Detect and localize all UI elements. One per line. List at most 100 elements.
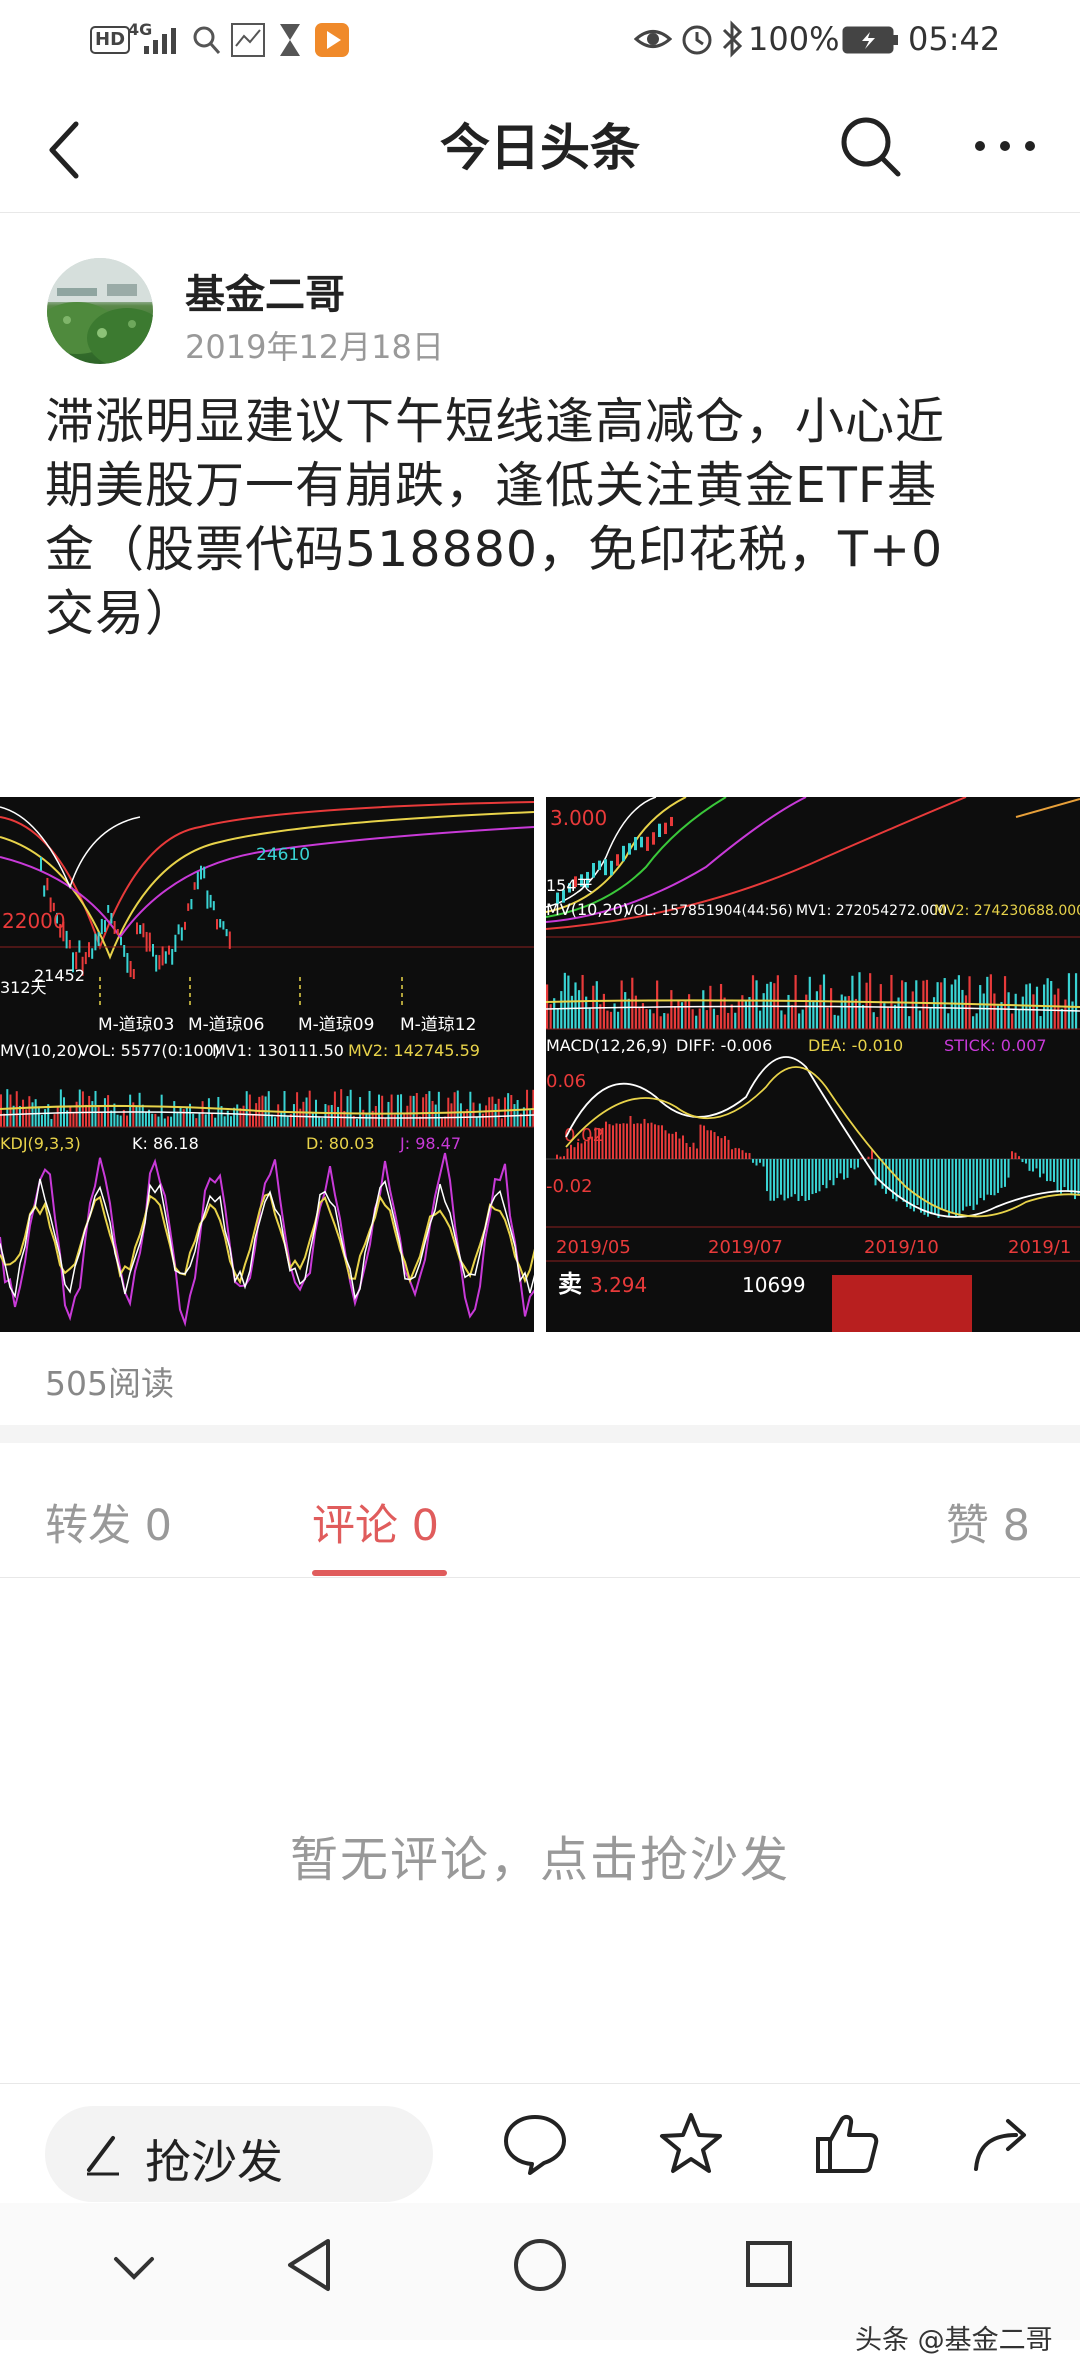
volume-bar [296,1092,299,1127]
comment-input-button[interactable]: 抢沙发 [45,2106,433,2202]
candle-mark [209,894,212,908]
volume-bar [217,1096,220,1127]
volume-bar [504,1097,506,1127]
volume-bar [1057,988,1060,1029]
macd-bar [773,1159,775,1201]
macd-bar [1074,1159,1076,1200]
vol-label: VOL: 157851904(44:56) [624,903,793,919]
volume-bar [602,993,605,1029]
author-name[interactable]: 基金二哥 [185,262,345,320]
volume-bar [378,1094,380,1127]
candle-mark [148,932,151,952]
volume-bar [1064,999,1067,1029]
vol-title: MV(10,20) [0,1041,83,1060]
macd-bar [570,1144,572,1159]
nav-back-icon[interactable] [284,2237,334,2293]
macd-bar [1018,1156,1020,1159]
candle-mark [652,832,655,845]
candle-mark [196,871,199,890]
section-divider [0,1425,1080,1443]
volume-bar [274,1117,277,1127]
thumbs-up-icon[interactable] [812,2109,882,2179]
volume-bar [705,1010,708,1029]
macd-bar [920,1159,922,1213]
volume-bar [233,1107,236,1127]
nav-home-icon[interactable] [512,2237,568,2293]
candle-mark [184,921,186,930]
macd-bar [1011,1151,1013,1159]
macd-bar [825,1159,828,1189]
vol-title: MV(10,20) [546,900,629,919]
macd-bar [990,1159,992,1196]
volume-bar [751,975,755,1029]
candle-mark [640,836,643,848]
volume-bar [872,1012,875,1029]
volume-bar [1060,1008,1063,1029]
volume-bar [365,1112,368,1127]
volume-bar [384,1118,387,1127]
volume-bar [437,1091,440,1127]
volume-bar [830,988,833,1029]
volume-bar [925,979,929,1029]
top-nav-bar: 今日头条 [0,80,1080,213]
candle-mark [152,944,154,957]
volume-bar [656,980,659,1029]
status-bar: HD 4G 100% 05:42 [0,0,1080,80]
candle-mark [136,922,138,935]
macd-bar [878,1159,880,1181]
macd-bar [598,1128,600,1159]
video-app-icon [315,23,349,57]
stock-chart-image-left[interactable]: 24610 22000 21452 312天 M-道琼03 M-道琼06 M-道… [0,797,534,1332]
volume-bar [638,1006,641,1029]
date-label: 2019/1 [1008,1237,1071,1258]
volume-bar [826,1007,829,1029]
volume-bar [957,975,960,1029]
candle-mark [126,953,129,973]
comment-icon[interactable] [500,2109,570,2179]
volume-bar [975,1013,978,1029]
nav-down-icon[interactable] [112,2253,156,2283]
tab-like[interactable]: 赞 8 [946,1491,1030,1553]
tab-repost[interactable]: 转发 0 [45,1491,172,1553]
volume-bar [318,1117,321,1127]
tab-comment[interactable]: 评论 0 [312,1491,439,1553]
macd-bar [626,1123,628,1159]
volume-bar [1011,1013,1014,1029]
volume-bar [1035,986,1039,1029]
macd-bar [1035,1159,1038,1169]
peak-label: 24610 [256,845,310,865]
macd-bar [559,1156,562,1159]
volume-bar [138,1092,141,1127]
volume-bar [141,1104,144,1127]
macd-bar [591,1136,593,1159]
nav-recent-icon[interactable] [744,2239,794,2289]
macd-bar [979,1159,982,1198]
marker-label: M-道琼09 [298,1015,374,1035]
macd-bar [594,1127,597,1159]
more-icon[interactable] [970,136,1040,156]
read-count: 505阅读 [45,1364,174,1403]
author-avatar[interactable] [47,258,153,364]
candle-mark [120,937,122,946]
macd-bar [619,1123,621,1159]
volume-bar [968,976,971,1029]
macd-bar [643,1118,646,1159]
candle-mark [158,955,161,970]
macd-bar [1014,1152,1017,1159]
volume-bar [1071,1001,1074,1029]
empty-comments-prompt[interactable]: 暂无评论，点击抢沙发 [0,1820,1080,1890]
search-icon[interactable] [838,114,904,180]
star-icon[interactable] [656,2109,726,2179]
volume-bar [929,1008,932,1029]
macd-bar [647,1123,649,1159]
volume-bar [267,1091,270,1127]
volume-bar [472,1102,475,1127]
candle-mark [43,885,46,897]
stock-chart-image-right[interactable]: 3.000 154天 MV(10,20) VOL: 157851904(44:5… [546,797,1080,1332]
candle-mark [116,929,119,936]
macd-bar [797,1159,800,1201]
share-icon[interactable] [968,2109,1038,2179]
volume-bar [549,1004,552,1029]
volume-bar [214,1117,217,1127]
macd-bar [713,1132,716,1159]
